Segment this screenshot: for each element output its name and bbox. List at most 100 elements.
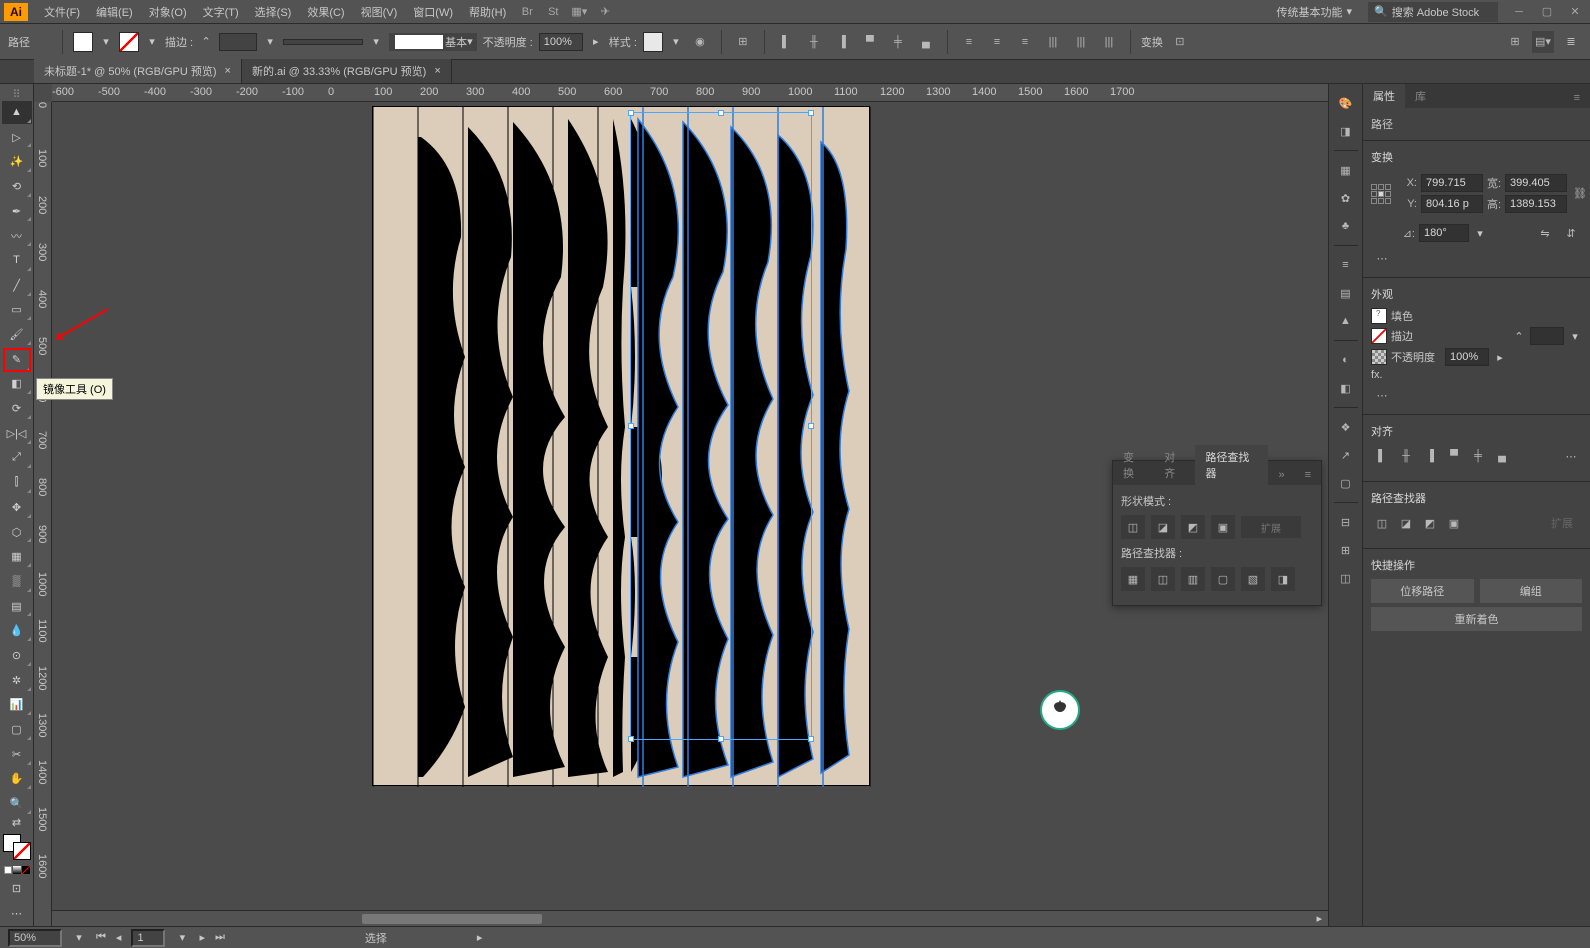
type-tool[interactable]: T xyxy=(2,249,32,272)
flip-v-icon[interactable]: ⇵ xyxy=(1560,222,1582,244)
fill-color[interactable]: ? xyxy=(1371,308,1387,324)
align-top[interactable]: ▀ xyxy=(1443,445,1465,467)
transform-panel-icon[interactable]: ⊞ xyxy=(1333,537,1359,563)
dist-hcenter-icon[interactable]: ||| xyxy=(1070,31,1092,53)
graphic-styles-icon[interactable]: ◧ xyxy=(1333,375,1359,401)
gradient-panel-icon[interactable]: ▤ xyxy=(1333,280,1359,306)
style-dd[interactable]: ▾ xyxy=(669,33,683,51)
more-transform-icon[interactable]: ⋯ xyxy=(1371,247,1393,269)
artboard-dd[interactable]: ▾ xyxy=(175,929,189,947)
scrollbar-horizontal[interactable]: ◂ ▸ xyxy=(34,910,1328,926)
artboard-nav-first-icon[interactable]: ⏮ xyxy=(96,931,106,944)
artboard-nav-next-icon[interactable]: ▸ xyxy=(199,931,205,944)
menu-object[interactable]: 对象(O) xyxy=(141,4,195,20)
stroke-weight[interactable] xyxy=(219,33,257,51)
transform-icon[interactable]: ⊡ xyxy=(1169,31,1191,53)
expand-button[interactable]: 扩展 xyxy=(1241,516,1301,538)
workspace-switcher[interactable]: 传统基本功能 ▾ xyxy=(1270,4,1358,20)
doc-tab-1[interactable]: 未标题-1* @ 50% (RGB/GPU 预览)× xyxy=(34,59,242,83)
zoom-dd[interactable]: ▾ xyxy=(72,929,86,947)
perspective-tool[interactable]: ▦ xyxy=(2,545,32,568)
trim-icon[interactable]: ◫ xyxy=(1151,567,1175,591)
width-tool[interactable]: ⫿ xyxy=(2,471,32,494)
link-wh-icon[interactable]: ⛓ xyxy=(1573,181,1587,207)
float-tab-transform[interactable]: 变换 xyxy=(1113,445,1154,485)
artboard-index[interactable] xyxy=(131,929,165,947)
pf-exclude[interactable]: ▣ xyxy=(1443,512,1465,534)
gpu-icon[interactable]: ✈ xyxy=(595,3,615,21)
scroll-thumb[interactable] xyxy=(362,914,542,924)
stroke-w-dd[interactable]: ▾ xyxy=(263,33,277,51)
paintbrush-tool[interactable]: 🖌 xyxy=(2,323,32,346)
divide-icon[interactable]: ▦ xyxy=(1121,567,1145,591)
stroke-profile[interactable] xyxy=(283,39,363,45)
intersect-icon[interactable]: ◩ xyxy=(1181,515,1205,539)
artboard-nav-last-icon[interactable]: ⏭ xyxy=(215,931,225,944)
align-right[interactable]: ▐ xyxy=(1419,445,1441,467)
close-icon[interactable]: × xyxy=(434,65,440,77)
h-input[interactable] xyxy=(1505,195,1567,213)
arrange-docs-icon[interactable]: ▦▾ xyxy=(569,3,589,21)
scroll-right-icon[interactable]: ▸ xyxy=(1310,912,1328,925)
symbols-panel-icon[interactable]: ♣ xyxy=(1333,213,1359,239)
menu-view[interactable]: 视图(V) xyxy=(353,4,406,20)
search-stock[interactable]: 🔍搜索 Adobe Stock xyxy=(1368,2,1498,22)
zoom-tool[interactable]: 🔍 xyxy=(2,792,32,815)
curvature-tool[interactable]: 〰 xyxy=(2,224,32,247)
fx-label[interactable]: fx. xyxy=(1371,369,1383,381)
style-swatch[interactable] xyxy=(643,32,663,52)
swatches-panel-icon[interactable]: ▦ xyxy=(1333,157,1359,183)
stroke-dec[interactable]: ⌃ xyxy=(1512,327,1526,345)
unite-icon[interactable]: ◫ xyxy=(1121,515,1145,539)
menu-type[interactable]: 文字(T) xyxy=(195,4,247,20)
symbol-sprayer-tool[interactable]: ✲ xyxy=(2,669,32,692)
brush-def[interactable]: 基本 ▾ xyxy=(389,33,477,51)
float-tab-pathfinder[interactable]: 路径查找器 xyxy=(1195,445,1268,485)
direct-selection-tool[interactable]: ▷ xyxy=(2,126,32,149)
screen-mode-tool[interactable]: ⊡ xyxy=(2,877,32,900)
dist-vcenter-icon[interactable]: ≡ xyxy=(986,31,1008,53)
slice-tool[interactable]: ✂ xyxy=(2,743,32,766)
artboards-panel-icon[interactable]: ▢ xyxy=(1333,470,1359,496)
tab-properties[interactable]: 属性 xyxy=(1363,84,1405,108)
transform-label[interactable]: 变换 xyxy=(1141,34,1163,50)
rectangle-tool[interactable]: ▭ xyxy=(2,299,32,322)
rotate-tool[interactable]: ⟳ xyxy=(2,397,32,420)
ruler-vertical[interactable]: 0100200300400500600700800900100011001200… xyxy=(34,102,52,926)
close-button[interactable]: ✕ xyxy=(1564,4,1586,20)
line-tool[interactable]: ╱ xyxy=(2,274,32,297)
offset-path-button[interactable]: 位移路径 xyxy=(1371,579,1474,603)
eraser-tool[interactable]: ◧ xyxy=(2,373,32,396)
reflect-tool[interactable]: ▷|◁ xyxy=(2,422,32,445)
toggle-fill-stroke[interactable]: ⇄ xyxy=(2,817,32,829)
minimize-button[interactable]: ─ xyxy=(1508,4,1530,20)
align-top-icon[interactable]: ▀ xyxy=(859,31,881,53)
merge-icon[interactable]: ▥ xyxy=(1181,567,1205,591)
column-graph-tool[interactable]: 📊 xyxy=(2,694,32,717)
float-collapse-icon[interactable]: » xyxy=(1268,465,1294,485)
canvas-viewport[interactable]: 变换 对齐 路径查找器 » ≡ 形状模式 : ◫ ◪ ◩ ▣ 扩展 xyxy=(52,102,1328,910)
hand-tool[interactable]: ✋ xyxy=(2,768,32,791)
pin-icon[interactable]: ⊞ xyxy=(1504,31,1526,53)
group-button[interactable]: 编组 xyxy=(1480,579,1583,603)
w-input[interactable] xyxy=(1505,174,1567,192)
isolation-icon[interactable]: ▤▾ xyxy=(1532,31,1554,53)
status-nav-icon[interactable]: ▸ xyxy=(477,931,483,944)
pf-expand[interactable]: 扩展 xyxy=(1542,512,1582,534)
x-input[interactable] xyxy=(1421,174,1483,192)
align-bottom[interactable]: ▄ xyxy=(1491,445,1513,467)
free-transform-tool[interactable]: ✥ xyxy=(2,496,32,519)
status-mode[interactable]: 选择 xyxy=(365,930,387,946)
eyedropper-tool[interactable]: 💧 xyxy=(2,619,32,642)
stock-icon[interactable]: St xyxy=(543,3,563,21)
close-icon[interactable]: × xyxy=(225,65,231,77)
scale-tool[interactable]: ⤢ xyxy=(2,447,32,470)
color-guide-icon[interactable]: ◨ xyxy=(1333,118,1359,144)
opacity-field[interactable] xyxy=(1445,348,1489,366)
grip-icon[interactable]: ⠿ xyxy=(2,89,32,99)
fill-dd[interactable]: ▾ xyxy=(99,33,113,51)
align-left[interactable]: ▌ xyxy=(1371,445,1393,467)
align-right-icon[interactable]: ▐ xyxy=(831,31,853,53)
tab-libraries[interactable]: 库 xyxy=(1405,84,1436,108)
panel-menu-icon[interactable]: ≡ xyxy=(1564,88,1590,108)
